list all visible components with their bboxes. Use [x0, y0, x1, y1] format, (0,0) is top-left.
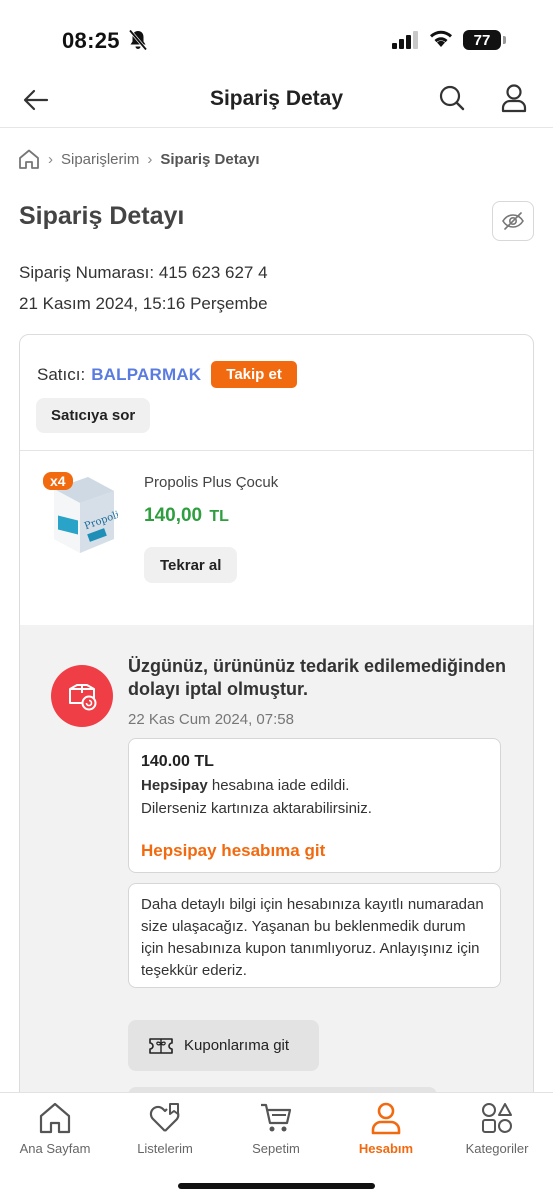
breadcrumb: › Siparişlerim › Sipariş Detayı [18, 146, 260, 172]
search-icon[interactable] [438, 84, 466, 112]
order-number: Sipariş Numarası: 415 623 627 4 [19, 263, 268, 282]
wifi-icon [430, 30, 452, 47]
seller-label: Satıcı: [37, 364, 86, 384]
cancellation-date: 22 Kas Cum 2024, 07:58 [128, 711, 294, 728]
page-title: Sipariş Detayı [19, 202, 185, 230]
bell-muted-icon [128, 29, 148, 51]
battery-tip [503, 36, 506, 44]
coupons-label: Kuponlarıma git [184, 1037, 290, 1054]
divider [20, 450, 533, 451]
cancellation-section: Üzgünüz, ürününüz tedarik edilemediğinde… [20, 625, 533, 1133]
order-date: 21 Kasım 2024, 15:16 Perşembe [19, 294, 268, 313]
breadcrumb-orders[interactable]: Siparişlerim [61, 151, 139, 168]
refund-transfer-note: Dilerseniz kartınıza aktarabilirsiniz. [141, 800, 372, 817]
battery-indicator: 77 [463, 30, 501, 50]
status-time: 08:25 [62, 28, 120, 53]
tab-account[interactable]: Hesabım [331, 1101, 441, 1161]
hide-order-button[interactable] [492, 201, 534, 241]
quantity-badge: x4 [43, 472, 73, 490]
cart-icon [261, 1103, 292, 1132]
header-title: Sipariş Detay [209, 87, 344, 110]
tab-cart-label: Sepetim [252, 1141, 300, 1156]
refund-status-text: hesabına iade edildi. [207, 777, 350, 794]
tab-lists[interactable]: Listelerim [110, 1101, 220, 1161]
coupon-ticket-icon [149, 1037, 173, 1054]
refund-amount: 140.00 TL [141, 753, 214, 770]
tab-categories-label: Kategoriler [465, 1141, 529, 1156]
cancellation-title: Üzgünüz, ürününüz tedarik edilemediğinde… [128, 656, 507, 699]
seller-row: Satıcı: BALPARMAK Takip et [37, 361, 297, 388]
tab-home-label: Ana Sayfam [19, 1141, 91, 1156]
home-breadcrumb-icon[interactable] [18, 148, 40, 170]
battery-level: 77 [473, 31, 491, 49]
status-bar: 08:25 77 [0, 0, 553, 70]
seller-name-link[interactable]: BALPARMAK [91, 365, 201, 385]
order-card: Satıcı: BALPARMAK Takip et Satıcıya sor … [19, 334, 534, 1134]
breadcrumb-separator: › [48, 150, 53, 168]
eye-off-icon [502, 212, 524, 230]
tab-lists-label: Listelerim [137, 1141, 193, 1156]
buy-again-button[interactable]: Tekrar al [144, 547, 238, 583]
heart-list-icon [149, 1103, 180, 1132]
breadcrumb-separator: › [147, 150, 153, 168]
price-value: 140,00 [144, 505, 203, 526]
tab-home[interactable]: Ana Sayfam [0, 1101, 110, 1161]
user-icon [371, 1102, 401, 1135]
hepsipay-account-link[interactable]: Hepsipay hesabıma git [141, 841, 325, 861]
tab-account-label: Hesabım [358, 1141, 414, 1156]
product-name[interactable]: Propolis Plus Çocuk [144, 474, 278, 491]
cancelled-package-icon [51, 665, 113, 727]
home-indicator [178, 1183, 375, 1189]
categories-icon [482, 1103, 512, 1133]
breadcrumb-current: Sipariş Detayı [160, 150, 260, 168]
tab-categories[interactable]: Kategoriler [442, 1101, 552, 1161]
refund-status: Hepsipay hesabına iade edildi. [141, 777, 349, 794]
app-header: Sipariş Detay [0, 70, 553, 128]
info-message: Daha detaylı bilgi için hesabınıza kayıt… [128, 883, 501, 988]
account-icon[interactable] [500, 83, 528, 113]
price-currency: TL [209, 508, 229, 525]
cellular-signal-icon [392, 31, 418, 49]
home-icon [39, 1102, 71, 1134]
refund-account-name: Hepsipay [141, 777, 208, 794]
ask-seller-button[interactable]: Satıcıya sor [36, 398, 151, 433]
refund-box: 140.00 TL Hepsipay hesabına iade edildi.… [128, 738, 501, 873]
follow-seller-button[interactable]: Takip et [211, 361, 297, 388]
tab-cart[interactable]: Sepetim [221, 1101, 331, 1161]
coupons-button[interactable]: Kuponlarıma git [128, 1020, 319, 1071]
product-price: 140,00 TL [144, 505, 229, 527]
